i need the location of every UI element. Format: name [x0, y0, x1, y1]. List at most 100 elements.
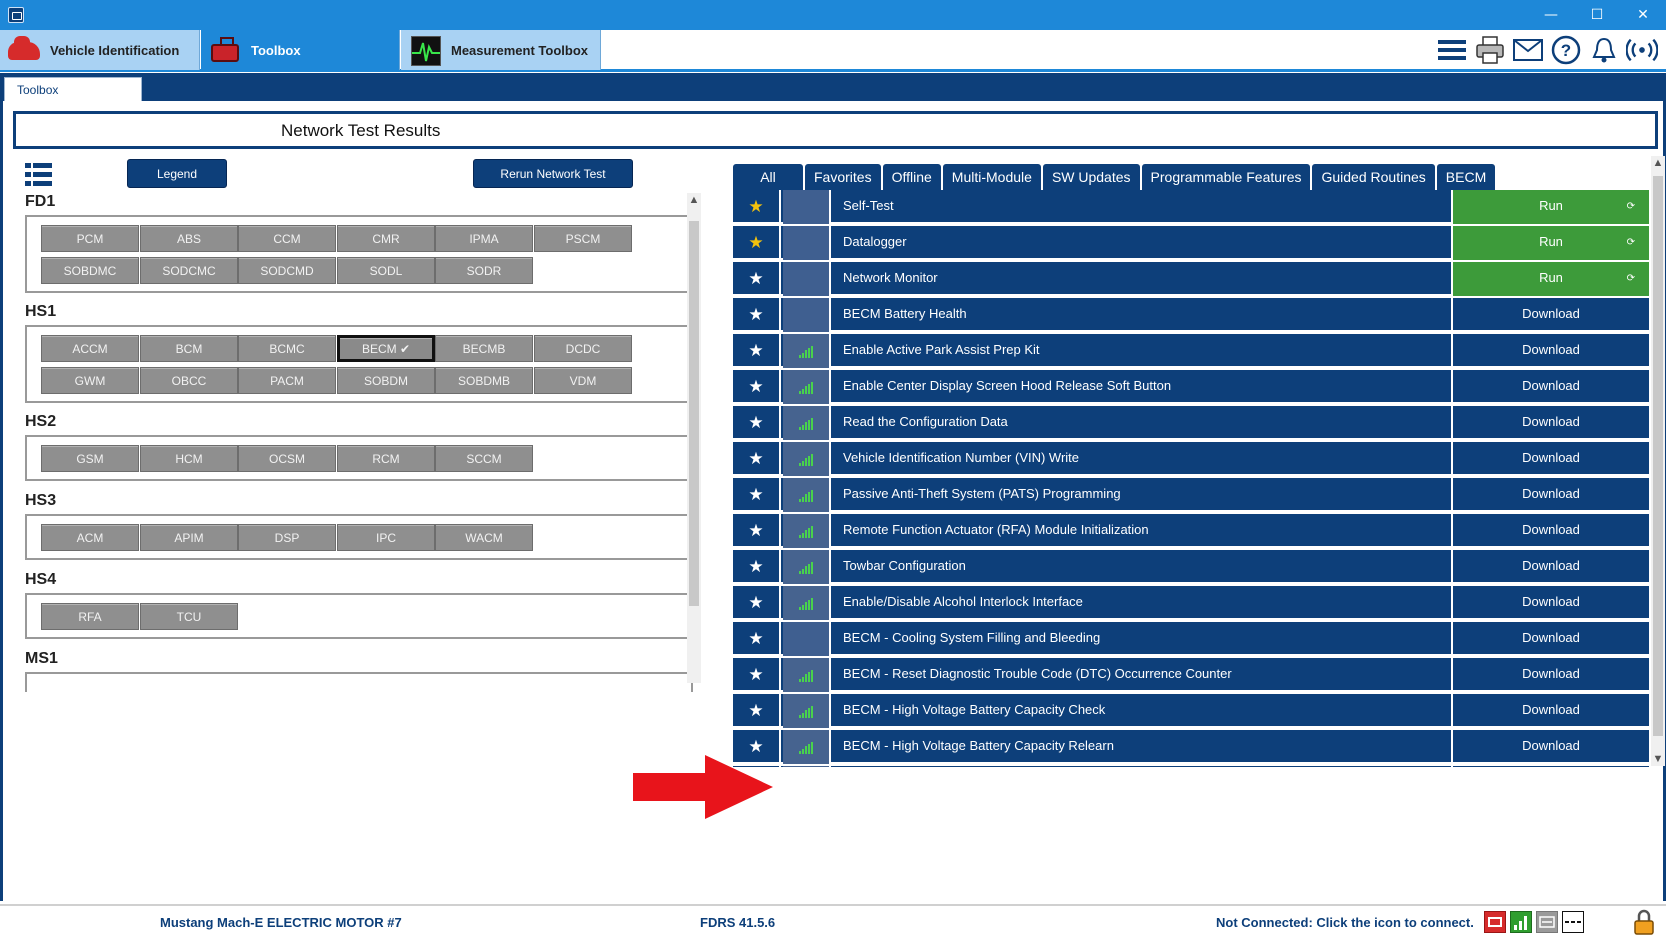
download-button[interactable]: Download: [1451, 730, 1649, 764]
module-button[interactable]: ABS: [140, 225, 238, 252]
filter-tab[interactable]: Programmable Features: [1141, 164, 1311, 190]
tab-toolbox[interactable]: Toolbox: [201, 30, 400, 70]
refresh-icon[interactable]: ⟳: [1627, 227, 1635, 259]
filter-tab[interactable]: All: [733, 164, 803, 190]
module-button[interactable]: SOBDMC: [41, 257, 139, 284]
list-view-icon[interactable]: [25, 163, 52, 186]
wireless-broadcast-icon[interactable]: [1626, 34, 1658, 66]
download-button[interactable]: Download: [1451, 766, 1649, 767]
download-button[interactable]: Download: [1451, 334, 1649, 368]
module-button[interactable]: RCM: [337, 445, 435, 472]
download-button[interactable]: Download: [1451, 478, 1649, 512]
module-button[interactable]: GWM: [41, 367, 139, 394]
procedure-row[interactable]: ★ Datalogger Run ⟳: [733, 226, 1649, 260]
procedure-row[interactable]: ★ Remote Function Actuator (RFA) Module I…: [733, 514, 1649, 548]
module-button[interactable]: PCM: [41, 225, 139, 252]
module-button[interactable]: DSP: [238, 524, 336, 551]
module-button[interactable]: SCCM: [435, 445, 533, 472]
download-button[interactable]: Download: [1451, 298, 1649, 332]
module-button[interactable]: SODCMC: [140, 257, 238, 284]
module-button[interactable]: CMR: [337, 225, 435, 252]
procedure-row[interactable]: ★ BECM Battery Health Download: [733, 298, 1649, 332]
scroll-up-icon[interactable]: ▲: [1651, 156, 1665, 170]
module-button[interactable]: DCDC: [534, 335, 632, 362]
module-button[interactable]: TCU: [140, 603, 238, 630]
module-button[interactable]: BCMC: [238, 335, 336, 362]
download-button[interactable]: Download: [1451, 406, 1649, 440]
run-button[interactable]: Run ⟳: [1451, 190, 1649, 224]
module-button[interactable]: IPC: [337, 524, 435, 551]
procedure-row[interactable]: ★ BECM - Cooling System Filling and Bleed…: [733, 622, 1649, 656]
vci-disconnected-icon[interactable]: [1484, 911, 1506, 933]
download-button[interactable]: Download: [1451, 622, 1649, 656]
module-button[interactable]: PSCM: [534, 225, 632, 252]
module-button[interactable]: IPMA: [435, 225, 533, 252]
lock-icon[interactable]: [1632, 909, 1656, 935]
module-button[interactable]: OBCC: [140, 367, 238, 394]
favorite-star-icon[interactable]: ★: [733, 298, 781, 332]
network-adapter-icon[interactable]: [1536, 911, 1558, 933]
legend-button[interactable]: Legend: [127, 159, 227, 188]
download-button[interactable]: Download: [1451, 442, 1649, 476]
notification-bell-icon[interactable]: [1588, 34, 1620, 66]
module-button[interactable]: CCM: [238, 225, 336, 252]
run-button[interactable]: Run ⟳: [1451, 226, 1649, 260]
module-button[interactable]: BCM: [140, 335, 238, 362]
tab-vehicle-identification[interactable]: Vehicle Identification: [0, 30, 200, 70]
module-button[interactable]: HCM: [140, 445, 238, 472]
download-button[interactable]: Download: [1451, 586, 1649, 620]
procedure-row[interactable]: ★ Towbar Configuration Download: [733, 550, 1649, 584]
module-button[interactable]: VDM: [534, 367, 632, 394]
favorite-star-icon[interactable]: ★: [733, 514, 781, 548]
module-button[interactable]: ACCM: [41, 335, 139, 362]
module-panel-scrollbar[interactable]: ▲: [687, 193, 701, 683]
cable-icon[interactable]: [1562, 911, 1584, 933]
procedure-row[interactable]: ★ Read the Configuration Data Download: [733, 406, 1649, 440]
procedure-row[interactable]: ★ BECM - Reset Diagnostic Trouble Code (D…: [733, 658, 1649, 692]
filter-tab[interactable]: SW Updates: [1042, 164, 1140, 190]
favorite-star-icon[interactable]: ★: [733, 370, 781, 404]
module-button[interactable]: SOBDMB: [435, 367, 533, 394]
procedure-row[interactable]: ★ Enable Active Park Assist Prep Kit Downl…: [733, 334, 1649, 368]
printer-icon[interactable]: [1474, 34, 1506, 66]
procedure-row[interactable]: ★BECM - High Voltage System De-energizin…: [733, 766, 1649, 767]
filter-tab[interactable]: Offline: [882, 164, 941, 190]
refresh-icon[interactable]: ⟳: [1627, 191, 1635, 223]
favorite-star-icon[interactable]: ★: [733, 694, 781, 728]
download-button[interactable]: Download: [1451, 550, 1649, 584]
module-button[interactable]: ACM: [41, 524, 139, 551]
favorite-star-icon[interactable]: ★: [733, 658, 781, 692]
close-button[interactable]: ✕: [1620, 0, 1666, 30]
filter-tab[interactable]: Guided Routines: [1312, 164, 1435, 190]
download-button[interactable]: Download: [1451, 694, 1649, 728]
procedure-row[interactable]: ★ BECM - High Voltage Battery Capacity Re…: [733, 730, 1649, 764]
favorite-star-icon[interactable]: ★: [733, 478, 781, 512]
module-button[interactable]: SOBDM: [337, 367, 435, 394]
scrollbar-thumb[interactable]: [1653, 176, 1663, 736]
tab-toolbox-sub[interactable]: Toolbox: [4, 77, 142, 101]
favorite-star-icon[interactable]: ★: [733, 442, 781, 476]
favorite-star-icon[interactable]: ★: [733, 406, 781, 440]
favorite-star-icon[interactable]: ★: [733, 550, 781, 584]
download-button[interactable]: Download: [1451, 658, 1649, 692]
module-button[interactable]: PACM: [238, 367, 336, 394]
rerun-network-test-button[interactable]: Rerun Network Test: [473, 159, 633, 188]
maximize-button[interactable]: ☐: [1574, 0, 1620, 30]
favorite-star-icon[interactable]: ★: [733, 334, 781, 368]
procedure-row[interactable]: ★ BECM - High Voltage Battery Capacity Ch…: [733, 694, 1649, 728]
procedure-row[interactable]: ★ Passive Anti-Theft System (PATS) Progra…: [733, 478, 1649, 512]
filter-tab[interactable]: Favorites: [805, 164, 881, 190]
scrollbar-thumb[interactable]: [689, 221, 699, 606]
module-button[interactable]: SODL: [337, 257, 435, 284]
module-button[interactable]: BECMB: [435, 335, 533, 362]
menu-icon[interactable]: [1436, 34, 1468, 66]
minimize-button[interactable]: —: [1528, 0, 1574, 30]
module-button[interactable]: SODR: [435, 257, 533, 284]
module-button[interactable]: BECM ✔: [337, 335, 435, 362]
module-button[interactable]: OCSM: [238, 445, 336, 472]
favorite-star-icon[interactable]: ★: [733, 262, 781, 296]
help-icon[interactable]: ?: [1550, 34, 1582, 66]
module-button[interactable]: GSM: [41, 445, 139, 472]
tab-measurement-toolbox[interactable]: Measurement Toolbox: [401, 30, 601, 70]
favorite-star-icon[interactable]: ★: [733, 226, 781, 260]
